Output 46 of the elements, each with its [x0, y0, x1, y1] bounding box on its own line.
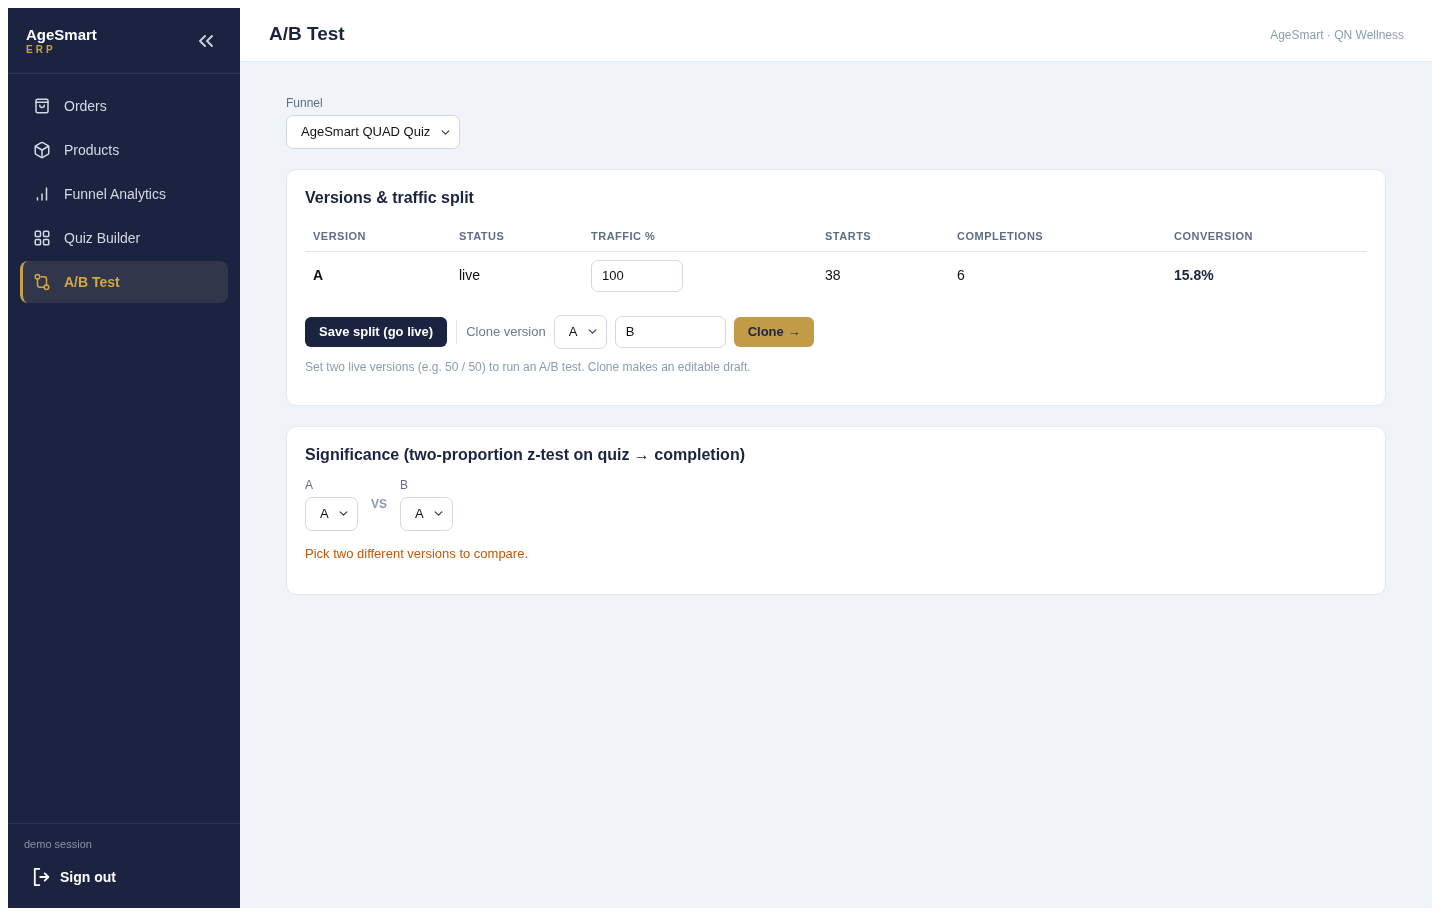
- grid-icon: [33, 229, 51, 247]
- help-text: Set two live versions (e.g. 50 / 50) to run an A/B test. Clone makes an editable draft.: [305, 358, 752, 375]
- page-title: A/B Test: [269, 23, 345, 46]
- brand-name: AgeSmart: [26, 25, 97, 44]
- branch-icon: [33, 273, 51, 291]
- organization-label: AgeSmart · QN Wellness: [1270, 26, 1404, 44]
- bag-icon: [33, 97, 51, 115]
- sidebar-item[interactable]: Quiz Builder: [20, 217, 228, 259]
- double-chevron-icon: [199, 33, 213, 48]
- table-cell: live: [451, 251, 583, 300]
- clone-button[interactable]: Clone →: [733, 316, 815, 347]
- column-header: VERSION: [305, 222, 451, 251]
- error-message: Pick two different versions to compare.: [305, 545, 530, 562]
- sidebar-item[interactable]: A/B Test: [20, 261, 228, 303]
- table-cell: 6: [949, 251, 1166, 300]
- traffic-input[interactable]: 100: [591, 259, 683, 292]
- column-header: TRAFFIC %: [583, 222, 817, 251]
- version-b-select[interactable]: A: [400, 496, 453, 531]
- table-cell: 38: [817, 251, 949, 300]
- sidebar-item[interactable]: Funnel Analytics: [20, 173, 228, 215]
- card-title: Significance (two-proportion z-test on quiz → completion): [305, 444, 746, 465]
- sidebar-item[interactable]: Orders: [20, 85, 228, 127]
- column-header: STARTS: [817, 222, 949, 251]
- cube-icon: [33, 141, 51, 159]
- funnel-select[interactable]: AgeSmart QUAD Quiz: [286, 115, 460, 149]
- column-header: STATUS: [451, 222, 583, 251]
- field-label: Funnel: [286, 95, 324, 111]
- session-label: demo session: [24, 837, 93, 852]
- brand-subtitle: ERP: [26, 43, 57, 56]
- version-a-select[interactable]: A: [305, 496, 358, 531]
- sidebar-item[interactable]: Products: [20, 129, 228, 171]
- field-label: B: [400, 476, 410, 493]
- save-split-button[interactable]: Save split (go live): [305, 316, 448, 347]
- column-header: COMPLETIONS: [949, 222, 1166, 251]
- clone-label: Clone version: [466, 322, 546, 341]
- card-title: Versions & traffic split: [305, 188, 475, 208]
- sign-out-button[interactable]: Sign out: [24, 860, 125, 894]
- vs-label: VS: [371, 495, 387, 513]
- table-cell: A: [305, 251, 451, 300]
- clone-name-input[interactable]: B: [614, 315, 726, 348]
- clone-source-select[interactable]: A: [553, 314, 607, 349]
- collapse-button[interactable]: [199, 33, 213, 48]
- sign-out-icon: [33, 868, 51, 886]
- field-label: A: [305, 476, 314, 493]
- column-header: CONVERSION: [1166, 222, 1367, 251]
- table-cell: 15.8%: [1166, 251, 1367, 300]
